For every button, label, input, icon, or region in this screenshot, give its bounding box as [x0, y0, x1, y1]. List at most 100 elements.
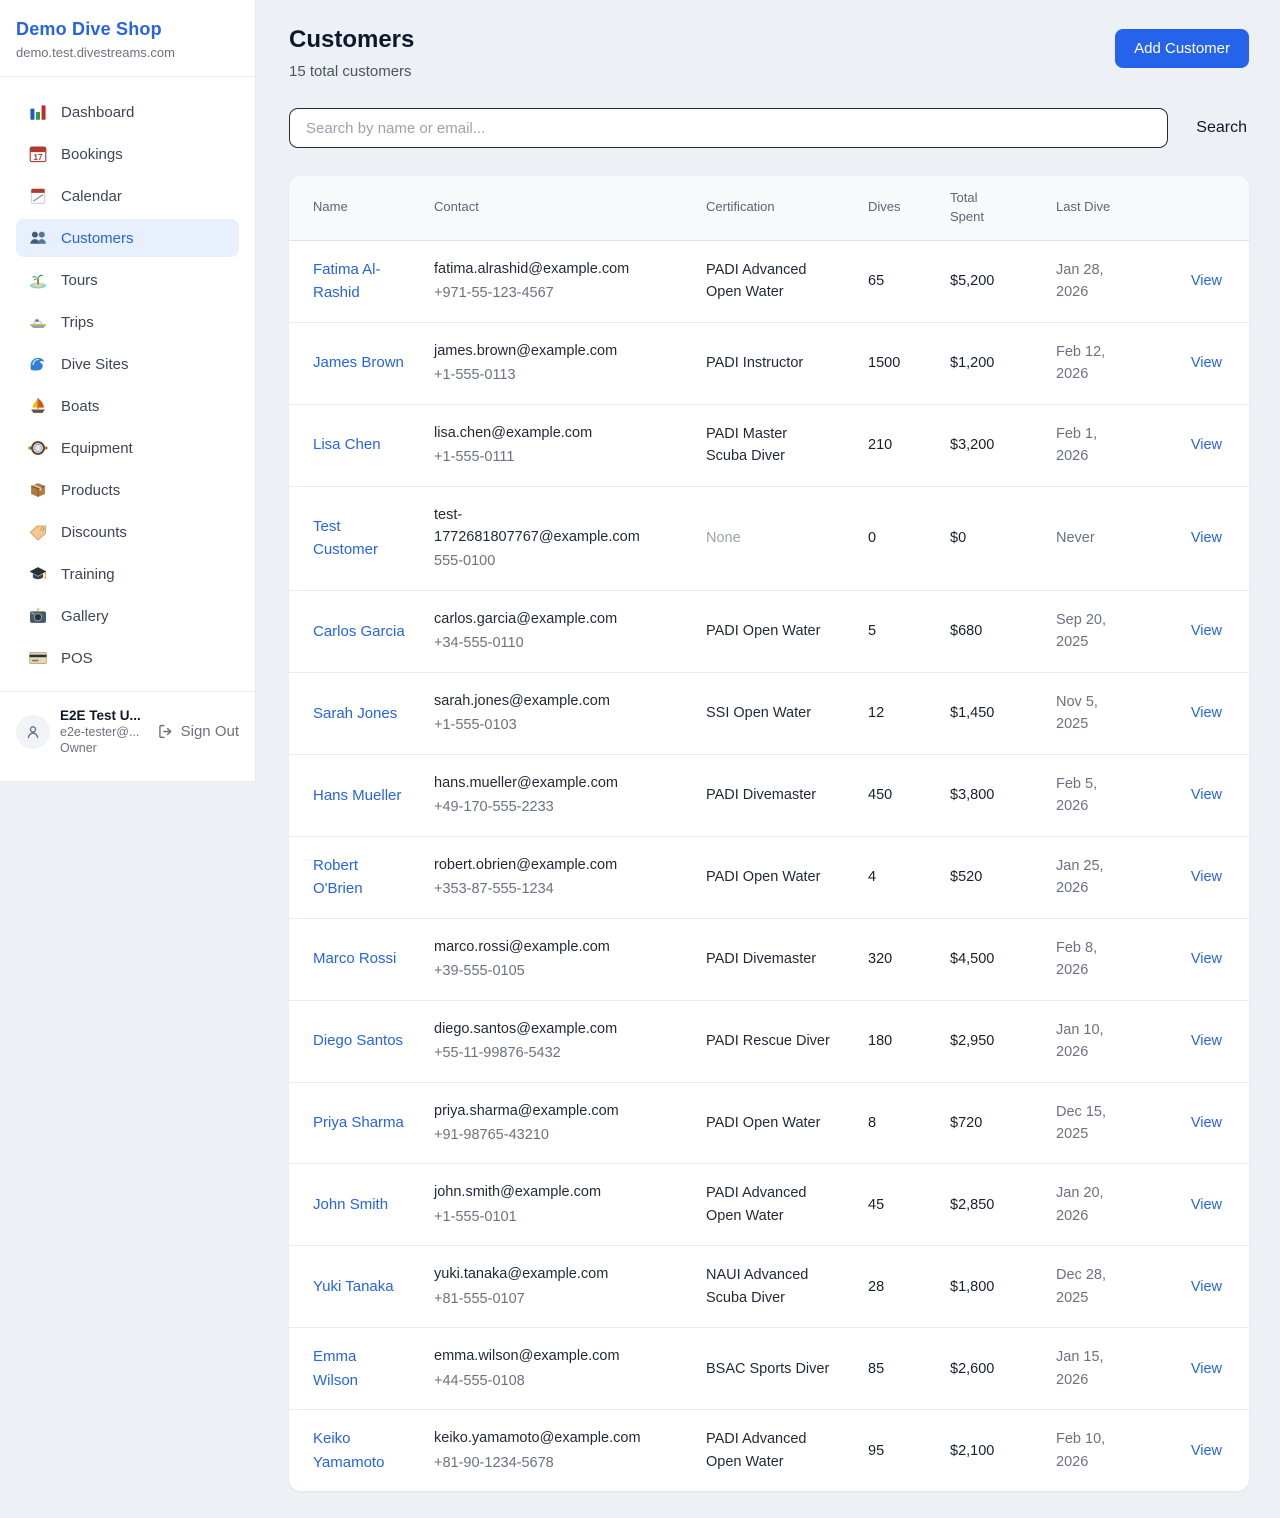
sidebar-item-equipment[interactable]: Equipment [16, 429, 239, 467]
sidebar-item-label: Tours [61, 272, 98, 289]
view-link[interactable]: View [1191, 1033, 1222, 1049]
customer-dives: 0 [868, 486, 950, 590]
customer-name-link[interactable]: Fatima Al-Rashid [313, 261, 381, 301]
view-link[interactable]: View [1191, 787, 1222, 803]
view-link[interactable]: View [1191, 869, 1222, 885]
sign-out-button[interactable]: Sign Out [157, 723, 239, 740]
graduation-cap-icon [28, 564, 48, 584]
customer-last-dive: Sep 20, 2025 [1056, 590, 1164, 672]
customer-name-link[interactable]: Emma Wilson [313, 1348, 358, 1388]
customer-name-link[interactable]: Yuki Tanaka [313, 1278, 394, 1295]
search-input[interactable] [289, 108, 1168, 148]
customer-name-link[interactable]: Lisa Chen [313, 436, 381, 453]
sidebar-item-bookings[interactable]: 17 Bookings [16, 135, 239, 173]
customer-total-spent: $2,850 [950, 1164, 1056, 1246]
view-link[interactable]: View [1191, 1115, 1222, 1131]
customer-name-link[interactable]: Hans Mueller [313, 787, 401, 804]
customer-dives: 8 [868, 1082, 950, 1164]
customer-total-spent: $3,800 [950, 754, 1056, 836]
customer-total-spent: $2,100 [950, 1410, 1056, 1491]
customer-phone: +44-555-0108 [434, 1370, 654, 1392]
customer-total-spent: $0 [950, 486, 1056, 590]
customer-name-link[interactable]: Test Customer [313, 518, 378, 558]
view-link[interactable]: View [1191, 1361, 1222, 1377]
sign-out-label: Sign Out [181, 723, 239, 740]
customer-last-dive: Never [1056, 486, 1164, 590]
customer-email: marco.rossi@example.com [434, 936, 654, 958]
sidebar-item-dashboard[interactable]: Dashboard [16, 93, 239, 131]
customer-dives: 4 [868, 836, 950, 918]
brand-link[interactable]: Demo Dive Shop demo.test.divestreams.com [0, 0, 255, 77]
sidebar-item-products[interactable]: Products [16, 471, 239, 509]
view-link[interactable]: View [1191, 951, 1222, 967]
customer-certification: PADI Advanced Open Water [706, 1431, 807, 1469]
sidebar-item-gallery[interactable]: Gallery [16, 597, 239, 635]
customer-phone: +91-98765-43210 [434, 1124, 654, 1146]
view-link[interactable]: View [1191, 530, 1222, 546]
tear-off-calendar-icon [28, 186, 48, 206]
bar-chart-icon [28, 102, 48, 122]
customer-last-dive: Dec 28, 2025 [1056, 1246, 1164, 1328]
customer-phone: +49-170-555-2233 [434, 796, 654, 818]
view-link[interactable]: View [1191, 1197, 1222, 1213]
sidebar-item-label: Equipment [61, 440, 133, 457]
customer-certification: None [706, 530, 741, 546]
customer-email: hans.mueller@example.com [434, 772, 654, 794]
customer-name-link[interactable]: Keiko Yamamoto [313, 1430, 384, 1470]
customer-name-link[interactable]: Priya Sharma [313, 1114, 404, 1131]
customer-dives: 65 [868, 240, 950, 322]
column-header-dives: Dives [868, 176, 950, 240]
search-button[interactable]: Search [1194, 119, 1249, 137]
sidebar-item-label: Training [61, 566, 115, 583]
view-link[interactable]: View [1191, 355, 1222, 371]
customer-phone: +353-87-555-1234 [434, 878, 654, 900]
customer-email: robert.obrien@example.com [434, 854, 654, 876]
avatar [16, 715, 50, 749]
customer-certification: PADI Divemaster [706, 787, 816, 803]
sidebar-item-label: POS [61, 650, 93, 667]
sidebar-item-training[interactable]: Training [16, 555, 239, 593]
customer-name-link[interactable]: Marco Rossi [313, 950, 396, 967]
sidebar-item-trips[interactable]: Trips [16, 303, 239, 341]
view-link[interactable]: View [1191, 1279, 1222, 1295]
add-customer-button[interactable]: Add Customer [1115, 29, 1249, 68]
customer-name-link[interactable]: Sarah Jones [313, 705, 397, 722]
customer-phone: 555-0100 [434, 550, 654, 572]
view-link[interactable]: View [1191, 437, 1222, 453]
customer-name-link[interactable]: Carlos Garcia [313, 623, 405, 640]
customer-certification: NAUI Advanced Scuba Diver [706, 1267, 808, 1305]
customer-total-spent: $1,200 [950, 322, 1056, 404]
table-row: John Smith john.smith@example.com+1-555-… [289, 1164, 1249, 1246]
user-role: Owner [60, 741, 147, 755]
customers-table-card: Name Contact Certification Dives Total S… [289, 176, 1249, 1491]
brand-domain: demo.test.divestreams.com [16, 45, 239, 60]
sidebar-item-customers[interactable]: Customers [16, 219, 239, 257]
customer-name-link[interactable]: James Brown [313, 354, 404, 371]
sidebar-item-dive-sites[interactable]: Dive Sites [16, 345, 239, 383]
customer-last-dive: Dec 15, 2025 [1056, 1082, 1164, 1164]
customer-certification: PADI Divemaster [706, 951, 816, 967]
sidebar-item-label: Calendar [61, 188, 122, 205]
customer-email: yuki.tanaka@example.com [434, 1263, 654, 1285]
view-link[interactable]: View [1191, 1443, 1222, 1459]
view-link[interactable]: View [1191, 705, 1222, 721]
brand-name[interactable]: Demo Dive Shop [16, 19, 239, 40]
table-row: Sarah Jones sarah.jones@example.com+1-55… [289, 672, 1249, 754]
view-link[interactable]: View [1191, 623, 1222, 639]
sidebar-item-pos[interactable]: POS [16, 639, 239, 677]
sidebar-item-tours[interactable]: Tours [16, 261, 239, 299]
sailboat-icon [28, 396, 48, 416]
sidebar-item-label: Boats [61, 398, 99, 415]
customer-phone: +971-55-123-4567 [434, 282, 654, 304]
sidebar-item-boats[interactable]: Boats [16, 387, 239, 425]
sidebar-item-discounts[interactable]: Discounts [16, 513, 239, 551]
view-link[interactable]: View [1191, 273, 1222, 289]
customer-dives: 320 [868, 918, 950, 1000]
customer-name-link[interactable]: Robert O'Brien [313, 857, 363, 897]
customer-name-link[interactable]: John Smith [313, 1196, 388, 1213]
customer-certification: PADI Advanced Open Water [706, 1185, 807, 1223]
sidebar-item-calendar[interactable]: Calendar [16, 177, 239, 215]
customer-name-link[interactable]: Diego Santos [313, 1032, 403, 1049]
table-row: Keiko Yamamoto keiko.yamamoto@example.co… [289, 1410, 1249, 1491]
column-header-certification: Certification [706, 176, 868, 240]
